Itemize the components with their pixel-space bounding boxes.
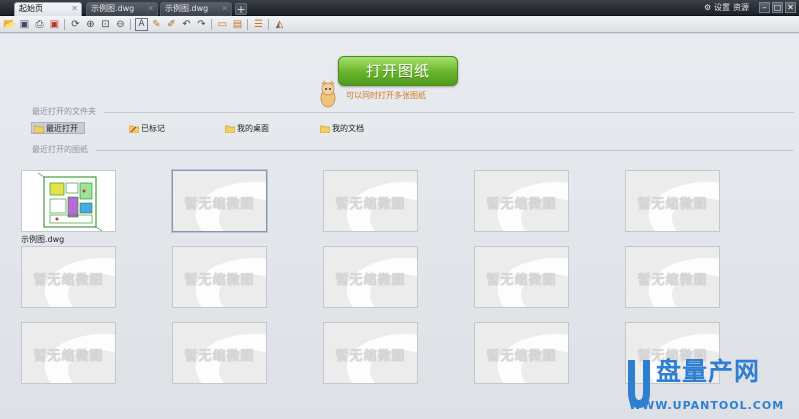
pencil-icon[interactable]: ✎: [150, 18, 163, 31]
tab-start-page[interactable]: 起始页 ✕: [14, 2, 82, 16]
folder-documents[interactable]: 我的文档: [318, 123, 364, 135]
folder-label: 最近打开: [46, 124, 78, 133]
drawing-thumbnail[interactable]: 暂无缩微图: [625, 246, 720, 308]
drawing-thumbnail[interactable]: 暂无缩微图: [474, 170, 569, 232]
mascot-icon: [320, 80, 336, 108]
placeholder-text: 暂无缩微图: [184, 349, 255, 364]
print-icon[interactable]: ⎙: [33, 18, 46, 31]
recent-folders-title: 最近打开的文件夹: [32, 107, 96, 116]
floor-plan-preview: [37, 172, 103, 231]
open-drawing-button[interactable]: 打开图纸: [338, 56, 458, 86]
tab-close-icon[interactable]: ✕: [71, 3, 78, 15]
toolbar-divider: [211, 19, 212, 30]
drawing-thumbnail[interactable]: 暂无缩微图: [323, 170, 418, 232]
drawing-thumbnail[interactable]: 暂无缩微图: [172, 170, 267, 232]
placeholder-text: 暂无缩微图: [184, 197, 255, 212]
drawing-thumbnail[interactable]: 暂无缩微图: [474, 322, 569, 384]
gear-icon[interactable]: ⚙: [704, 2, 711, 14]
placeholder-text: 暂无缩微图: [335, 349, 406, 364]
placeholder-text: 暂无缩微图: [486, 273, 557, 288]
start-page: 打开图纸 可以同时打开多张图纸 最近打开的文件夹 最近打开 已标记 我的桌面 我…: [0, 34, 799, 419]
placeholder-text: 暂无缩微图: [486, 197, 557, 212]
zoom-in-icon[interactable]: ⊕: [84, 18, 97, 31]
folder-icon: [320, 125, 330, 133]
drawing-thumbnail[interactable]: 暂无缩微图: [625, 170, 720, 232]
recent-drawings-title: 最近打开的图纸: [32, 145, 88, 154]
folder-recent-opened[interactable]: 最近打开: [31, 122, 85, 134]
rotate-icon[interactable]: ⟳: [69, 18, 82, 31]
undo-icon[interactable]: ↶: [180, 18, 193, 31]
placeholder-text: 暂无缩微图: [33, 273, 104, 288]
drawing-thumbnail[interactable]: 暂无缩微图: [474, 246, 569, 308]
placeholder-text: 暂无缩微图: [33, 349, 104, 364]
tab-drawing-2[interactable]: 示例图.dwg ✕: [160, 2, 232, 16]
resource-link[interactable]: 资源: [733, 2, 749, 14]
folder-label: 已标记: [141, 124, 165, 133]
pencil-folder-icon: [129, 125, 139, 133]
toolbar-divider: [247, 19, 248, 30]
placeholder-text: 暂无缩微图: [335, 273, 406, 288]
new-tab-button[interactable]: +: [235, 3, 247, 15]
maximize-button[interactable]: □: [772, 2, 783, 13]
folder-label: 我的桌面: [237, 124, 269, 133]
tab-bar: 起始页 ✕ 示例图.dwg ✕ 示例图.dwg ✕ + ⚙ 设置 资源 – □ …: [0, 0, 799, 16]
drawing-thumbnail[interactable]: 暂无缩微图: [323, 246, 418, 308]
site-watermark: 盘量产网 WWW.UPANTOOL.COM: [625, 344, 795, 414]
drawing-thumbnail[interactable]: 暂无缩微图: [323, 322, 418, 384]
layer-icon[interactable]: ☰: [252, 18, 265, 31]
save-icon[interactable]: ▣: [18, 18, 31, 31]
folder-desktop[interactable]: 我的桌面: [223, 123, 269, 135]
toolbar-divider: [268, 19, 269, 30]
placeholder-text: 暂无缩微图: [184, 273, 255, 288]
tab-label: 示例图.dwg: [165, 4, 209, 13]
folder-icon: [225, 125, 235, 133]
tab-label: 示例图.dwg: [91, 4, 135, 13]
tab-label: 起始页: [19, 4, 43, 13]
section-divider: [96, 150, 794, 151]
thumbnail-label: 示例图.dwg: [21, 235, 65, 244]
drawing-thumbnail[interactable]: 暂无缩微图: [172, 246, 267, 308]
ruler-icon[interactable]: ▤: [231, 18, 244, 31]
drawing-thumbnail[interactable]: 暂无缩微图: [21, 322, 116, 384]
toolbar-divider: [130, 19, 131, 30]
toolbar-divider: [64, 19, 65, 30]
tab-close-icon[interactable]: ✕: [221, 3, 228, 15]
settings-link[interactable]: 设置: [714, 2, 730, 14]
toolbar: 📂 ▣ ⎙ ▣ ⟳ ⊕ ⊡ ⊖ A ✎ ✐ ↶ ↷ ▭ ▤ ☰ ◭: [0, 16, 799, 33]
placeholder-text: 暂无缩微图: [637, 197, 708, 212]
brush-icon[interactable]: ✐: [165, 18, 178, 31]
drawing-thumbnail[interactable]: [21, 170, 116, 232]
watermark-brand: 盘量产网: [656, 357, 761, 386]
folder-label: 我的文档: [332, 124, 364, 133]
drawing-thumbnail[interactable]: 暂无缩微图: [21, 246, 116, 308]
text-icon[interactable]: A: [135, 18, 148, 31]
close-button[interactable]: ✕: [785, 2, 796, 13]
save-as-icon[interactable]: ▣: [48, 18, 61, 31]
placeholder-text: 暂无缩微图: [486, 349, 557, 364]
placeholder-text: 暂无缩微图: [335, 197, 406, 212]
measure-icon[interactable]: ▭: [216, 18, 229, 31]
zoom-window-icon[interactable]: ⊡: [99, 18, 112, 31]
placeholder-text: 暂无缩微图: [637, 273, 708, 288]
tab-close-icon[interactable]: ✕: [147, 3, 154, 15]
minimize-button[interactable]: –: [759, 2, 770, 13]
folder-icon: [34, 125, 44, 133]
section-divider: [104, 112, 794, 113]
hint-text: 可以同时打开多张图纸: [346, 91, 426, 100]
drawing-thumbnail[interactable]: 暂无缩微图: [172, 322, 267, 384]
redo-icon[interactable]: ↷: [195, 18, 208, 31]
watermark-url: WWW.UPANTOOL.COM: [629, 399, 785, 412]
open-folder-icon[interactable]: 📂: [3, 18, 16, 31]
tab-drawing-1[interactable]: 示例图.dwg ✕: [86, 2, 158, 16]
folder-marked[interactable]: 已标记: [127, 123, 165, 135]
eraser-icon[interactable]: ◭: [273, 18, 286, 31]
zoom-out-icon[interactable]: ⊖: [114, 18, 127, 31]
